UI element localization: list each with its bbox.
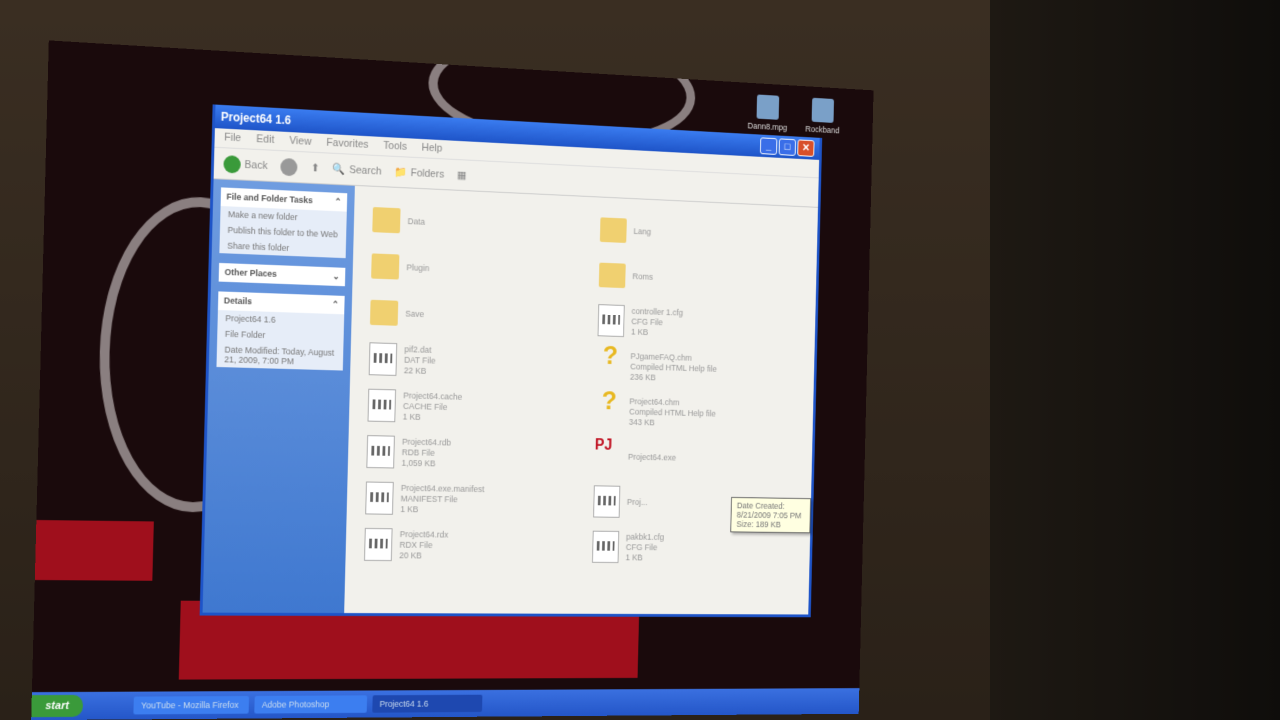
- maximize-button[interactable]: □: [778, 138, 796, 156]
- item-name: Project64.cache: [403, 390, 463, 402]
- item-kind: CACHE File: [402, 400, 448, 412]
- item-name: Project64.rdx: [399, 528, 449, 540]
- folder-icon: 📁: [394, 166, 408, 179]
- item-kind: CFG File: [625, 541, 658, 552]
- folders-button[interactable]: 📁 Folders: [394, 166, 444, 181]
- desktop-icon[interactable]: Rockband: [797, 97, 848, 136]
- file-icon: [367, 388, 397, 423]
- file-list: Data Lang Plugin Roms Save controller 1.cfg CF…: [344, 186, 818, 615]
- file-item[interactable]: controller 1.cfg CFG File 1 KB: [597, 298, 798, 350]
- item-name: Data: [407, 215, 426, 227]
- background-room: [990, 0, 1280, 720]
- desktop-icon[interactable]: Dann8.mpg: [742, 94, 794, 133]
- explorer-window: Project64 1.6 _ □ ✕ File Edit View Favorites T…: [199, 104, 823, 618]
- item-name: pif2.dat: [404, 343, 432, 355]
- file-icon: [366, 435, 395, 469]
- item-kind: RDB File: [401, 446, 435, 458]
- window-title: Project64 1.6: [220, 109, 292, 128]
- item-kind: MANIFEST File: [400, 493, 458, 504]
- menu-help[interactable]: Help: [421, 142, 443, 156]
- file-icon: [593, 485, 621, 518]
- minimize-button[interactable]: _: [759, 137, 778, 155]
- item-size: 1,059 KB: [401, 457, 436, 468]
- back-button[interactable]: Back: [223, 154, 268, 175]
- document-icon: [811, 97, 835, 123]
- video-file-icon: [756, 94, 780, 120]
- item-kind: RDX File: [399, 539, 433, 550]
- back-arrow-icon: [223, 154, 241, 174]
- item-size: 1 KB: [630, 326, 649, 337]
- taskbar-item[interactable]: Project64 1.6: [372, 694, 483, 713]
- item-name: Project64.exe: [627, 451, 677, 462]
- forward-arrow-icon: [280, 157, 299, 176]
- folder-icon: [369, 299, 399, 326]
- views-button[interactable]: ▦: [457, 169, 467, 182]
- manifest-file-icon: [365, 481, 394, 515]
- file-item[interactable]: ? PJgameFAQ.chm Compiled HTML Help file 236…: [596, 340, 797, 394]
- item-name: Project64.exe.manifest: [400, 482, 485, 494]
- file-item[interactable]: pif2.dat DAT File 22 KB: [368, 336, 580, 388]
- collapse-icon[interactable]: ⌃: [332, 299, 339, 310]
- item-size: 1 KB: [625, 552, 643, 562]
- file-icon: [368, 342, 398, 376]
- folder-icon: [598, 262, 626, 289]
- item-size: 22 KB: [403, 365, 427, 376]
- item-size: 1 KB: [402, 411, 421, 422]
- search-button[interactable]: 🔍 Search: [333, 162, 382, 177]
- search-icon: 🔍: [332, 163, 346, 176]
- file-folder-tasks: File and Folder Tasks ⌃ Make a new folder…: [219, 187, 348, 259]
- taskbar-item[interactable]: Adobe Photoshop: [254, 695, 368, 714]
- details-panel: Details ⌃ Project64 1.6 File Folder Date …: [216, 291, 345, 371]
- item-name: Roms: [632, 271, 654, 282]
- menu-favorites[interactable]: Favorites: [326, 137, 368, 152]
- forward-button[interactable]: [280, 157, 299, 176]
- item-name: pakbk1.cfg: [625, 531, 665, 542]
- other-places: Other Places ⌄: [218, 262, 346, 287]
- folder-icon: [372, 207, 401, 234]
- wallpaper-shape: [34, 520, 154, 581]
- menu-file[interactable]: File: [224, 132, 241, 146]
- item-name: Plugin: [406, 262, 430, 273]
- file-item[interactable]: PJ Project64.exe: [594, 433, 796, 482]
- item-name: Save: [405, 308, 425, 319]
- folder-icon: [371, 253, 400, 280]
- collapse-icon[interactable]: ⌃: [334, 197, 341, 208]
- task-pane: File and Folder Tasks ⌃ Make a new folder…: [202, 179, 355, 614]
- item-name: Project64.rdb: [401, 436, 452, 447]
- file-item[interactable]: Project64.exe.manifest MANIFEST File 1 KB: [365, 475, 576, 524]
- help-file-icon: ?: [602, 340, 619, 370]
- file-item[interactable]: Project64.rdx RDX File 20 KB: [364, 521, 575, 569]
- up-button[interactable]: ⬆: [311, 161, 320, 174]
- folder-item[interactable]: Save: [369, 289, 581, 342]
- item-size: 20 KB: [399, 550, 422, 560]
- project64-app-icon: PJ: [594, 437, 613, 454]
- item-name: Proj...: [626, 496, 648, 507]
- file-item[interactable]: ? Project64.chm Compiled HTML Help file 343…: [595, 385, 796, 438]
- help-file-icon: ?: [601, 385, 618, 416]
- start-button[interactable]: start: [31, 694, 83, 718]
- menu-view[interactable]: View: [289, 135, 312, 149]
- item-size: 1 KB: [400, 503, 419, 514]
- taskbar-item[interactable]: YouTube - Mozilla Firefox: [133, 695, 249, 715]
- folder-item[interactable]: Roms: [598, 252, 800, 305]
- file-item[interactable]: Project64.rdb RDB File 1,059 KB: [366, 428, 577, 478]
- tooltip: Date Created: 8/21/2009 7:05 PM Size: 189…: [730, 496, 812, 534]
- item-size: 343 KB: [628, 416, 655, 427]
- screen: Dann8.mpg Rockband Project64 1.6 _ □ ✕ Fil…: [31, 40, 874, 720]
- close-button[interactable]: ✕: [797, 139, 815, 157]
- folder-item[interactable]: Plugin: [371, 243, 582, 297]
- file-icon: [597, 304, 625, 338]
- file-icon: [592, 530, 620, 564]
- item-name: Lang: [633, 225, 652, 237]
- up-folder-icon: ⬆: [310, 162, 320, 175]
- menu-edit[interactable]: Edit: [256, 133, 274, 147]
- folder-icon: [599, 217, 627, 243]
- file-item[interactable]: Project64.cache CACHE File 1 KB: [367, 382, 578, 433]
- menu-tools[interactable]: Tools: [383, 140, 407, 154]
- file-icon: [364, 527, 393, 562]
- views-icon: ▦: [456, 169, 467, 182]
- item-kind: DAT File: [404, 354, 436, 365]
- expand-icon[interactable]: ⌄: [332, 271, 339, 282]
